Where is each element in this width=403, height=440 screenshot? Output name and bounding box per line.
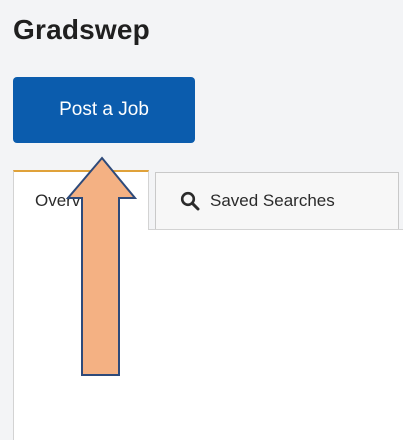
page-title: Gradswep [13, 14, 150, 45]
post-job-button[interactable]: Post a Job [13, 77, 195, 143]
tab-saved-searches[interactable]: Saved Searches [155, 172, 399, 230]
tab-overview-label: Overview [35, 191, 106, 210]
tab-strip: Overview Saved Searches [13, 170, 403, 230]
tab-overview[interactable]: Overview [13, 170, 149, 230]
tab-saved-searches-label: Saved Searches [210, 191, 335, 210]
tab-content-panel [13, 229, 403, 440]
search-icon [180, 191, 200, 211]
